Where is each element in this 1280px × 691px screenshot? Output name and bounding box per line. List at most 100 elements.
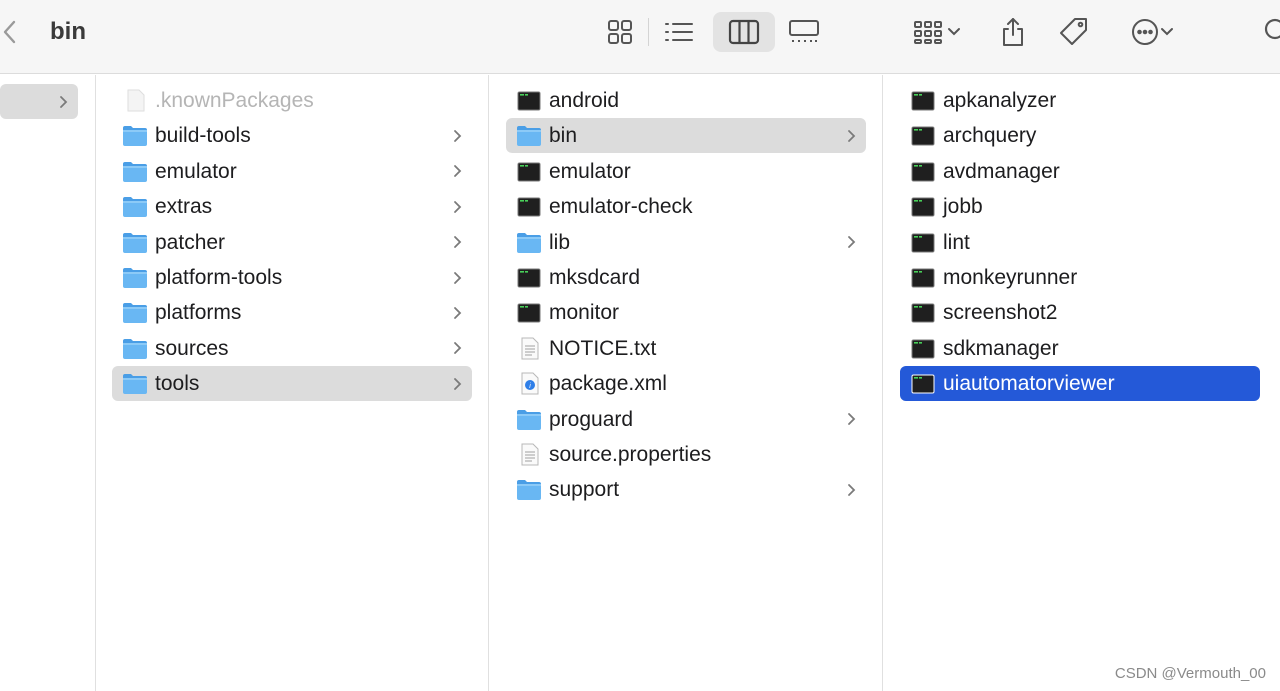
document-icon (516, 443, 542, 466)
folder-item-emulator[interactable]: emulator (112, 154, 472, 189)
chevron-right-icon (844, 402, 858, 437)
folder-item-lib[interactable]: lib (506, 225, 866, 260)
file-item-jobb[interactable]: jobb (900, 189, 1260, 224)
terminal-exec-icon (910, 301, 936, 324)
item-label: emulator (155, 159, 237, 183)
folder-item-sources[interactable]: sources (112, 331, 472, 366)
item-label: package.xml (549, 372, 667, 396)
item-label: emulator (549, 159, 631, 183)
item-label: support (549, 478, 620, 502)
terminal-exec-icon (910, 337, 936, 360)
gallery-view-button[interactable] (783, 12, 825, 52)
item-label: lib (549, 230, 571, 254)
folder-item-extras[interactable]: extras (112, 189, 472, 224)
folder-item-support[interactable]: support (506, 472, 866, 507)
folder-icon (122, 372, 148, 395)
group-button[interactable] (905, 12, 969, 52)
folder-icon (516, 231, 542, 254)
parent-selected-row[interactable] (0, 84, 78, 119)
item-label: platform-tools (155, 266, 283, 289)
folder-icon (122, 195, 148, 218)
chevron-right-icon (844, 118, 858, 153)
gallery-view-icon (789, 20, 819, 42)
column-view-button[interactable] (713, 12, 775, 52)
folder-item-bin[interactable]: bin (506, 118, 866, 154)
folder-icon (516, 408, 542, 431)
item-label: .knownPackages (155, 89, 314, 112)
folder-icon (122, 266, 148, 289)
item-label: mksdcard (549, 266, 641, 289)
terminal-exec-icon (516, 301, 542, 324)
file-item-archquery[interactable]: archquery (900, 118, 1260, 153)
file-item-uiautomatorviewer[interactable]: uiautomatorviewer (900, 366, 1260, 402)
item-label: uiautomatorviewer (943, 372, 1115, 396)
folder-item-platforms[interactable]: platforms (112, 295, 472, 330)
chevron-right-icon (450, 331, 464, 366)
item-label: lint (943, 230, 970, 254)
file-item-monitor[interactable]: monitor (506, 295, 866, 330)
file-item-screenshot2[interactable]: screenshot2 (900, 295, 1260, 330)
window-title: bin (50, 18, 86, 45)
folder-icon (516, 478, 542, 501)
more-actions-button[interactable] (1120, 12, 1184, 52)
folder-icon (516, 124, 542, 147)
tag-icon (1060, 18, 1087, 45)
terminal-exec-icon (516, 266, 542, 289)
folder-icon (122, 124, 148, 147)
toolbar: bin (0, 0, 1280, 74)
file-item-package-xml[interactable]: i package.xml (506, 366, 866, 401)
item-label: sources (155, 336, 229, 360)
item-label: monitor (549, 301, 620, 325)
chevron-right-icon (450, 225, 464, 260)
item-label: apkanalyzer (943, 89, 1057, 112)
tag-button[interactable] (1054, 12, 1094, 52)
item-label: platforms (155, 301, 242, 325)
file-item-android[interactable]: android (506, 83, 866, 118)
chevron-right-icon (844, 472, 858, 507)
item-label: archquery (943, 124, 1037, 148)
file-item-lint[interactable]: lint (900, 225, 1260, 260)
file-item-source-properties[interactable]: source.properties (506, 437, 866, 472)
file-item-notice-txt[interactable]: NOTICE.txt (506, 331, 866, 366)
item-label: screenshot2 (943, 301, 1058, 325)
file-item-emulator-check[interactable]: emulator-check (506, 189, 866, 224)
folder-item-patcher[interactable]: patcher (112, 225, 472, 260)
file-item-avdmanager[interactable]: avdmanager (900, 154, 1260, 189)
folder-item-platform-tools[interactable]: platform-tools (112, 260, 472, 295)
folder-icon (122, 337, 148, 360)
icon-view-button[interactable] (600, 12, 640, 52)
terminal-exec-icon (910, 160, 936, 183)
back-button[interactable] (0, 16, 24, 48)
list-view-button[interactable] (658, 12, 700, 52)
item-label: android (549, 89, 620, 112)
terminal-exec-icon (910, 372, 936, 395)
file-item-sdkmanager[interactable]: sdkmanager (900, 331, 1260, 366)
share-button[interactable] (994, 12, 1032, 52)
file-item-apkanalyzer[interactable]: apkanalyzer (900, 83, 1260, 118)
file-item-emulator[interactable]: emulator (506, 154, 866, 189)
item-label: NOTICE.txt (549, 336, 657, 360)
terminal-exec-icon (910, 231, 936, 254)
search-button[interactable] (1262, 16, 1280, 48)
folder-item-tools[interactable]: tools (112, 366, 472, 402)
column-bin: apkanalyzer archquery avdmanager jobb lint mo… (883, 75, 1280, 691)
xml-file-icon: i (516, 372, 542, 395)
item-label: sdkmanager (943, 336, 1059, 360)
file-item-monkeyrunner[interactable]: monkeyrunner (900, 260, 1260, 295)
folder-icon (122, 231, 148, 254)
item-label: avdmanager (943, 159, 1060, 183)
file-item-mksdcard[interactable]: mksdcard (506, 260, 866, 295)
terminal-exec-icon (910, 124, 936, 147)
file-item-knownpackages[interactable]: .knownPackages (112, 83, 472, 118)
item-label: proguard (549, 407, 634, 431)
item-label: jobb (943, 195, 983, 219)
folder-item-build-tools[interactable]: build-tools (112, 118, 472, 153)
search-icon (1264, 18, 1280, 40)
folder-item-proguard[interactable]: proguard (506, 402, 866, 437)
chevron-right-icon (56, 84, 70, 119)
terminal-exec-icon (910, 266, 936, 289)
list-view-icon (665, 23, 693, 41)
column-sdk: .knownPackages build-tools emulator extras p… (96, 75, 488, 691)
chevron-right-icon (844, 225, 858, 260)
text-file-icon (516, 337, 542, 360)
